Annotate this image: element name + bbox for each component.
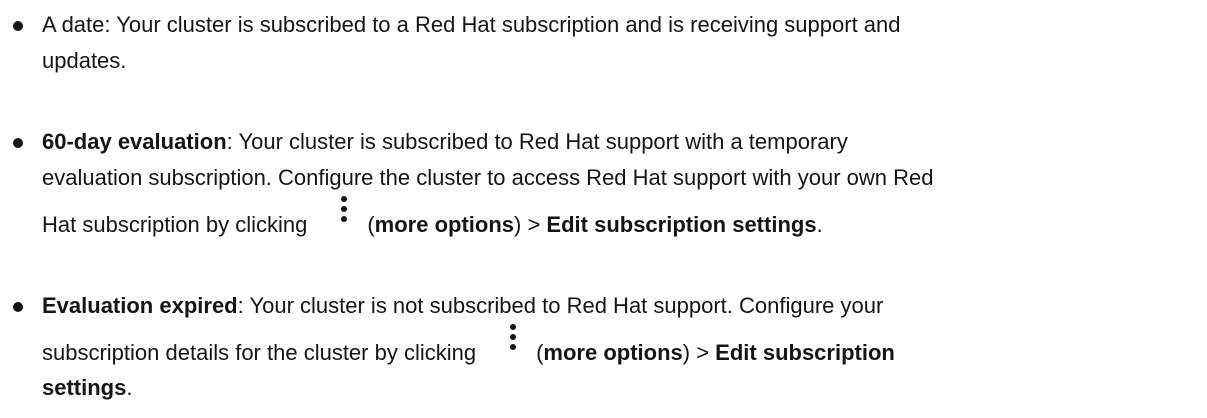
more-options-label: more options: [374, 212, 515, 237]
term-description: : Your cluster is not subscribed to Red …: [237, 293, 884, 318]
bullet: [13, 138, 23, 148]
item-text-line-2: updates.: [42, 48, 127, 73]
kebab-vertical-icon[interactable]: [339, 196, 349, 222]
list-item-date: A date: Your cluster is subscribed to a …: [13, 7, 1182, 79]
term-evaluation-expired: Evaluation expired: [42, 293, 238, 318]
item-text-line-3: Hat subscription by clicking (more option…: [42, 196, 1182, 254]
period: .: [126, 375, 133, 400]
kebab-vertical-icon[interactable]: [508, 324, 518, 350]
period: .: [816, 212, 823, 237]
list-item-60-day-evaluation: 60-day evaluation: Your cluster is subsc…: [13, 124, 1182, 254]
item-text-line-1: Evaluation expired: Your cluster is not …: [42, 288, 1182, 324]
edit-subscription-settings-label: Edit subscription settings: [546, 212, 817, 237]
menu-separator: >: [690, 340, 716, 365]
item-text-line-1: 60-day evaluation: Your cluster is subsc…: [42, 124, 1182, 160]
more-options-label: more options: [543, 340, 683, 365]
bullet: [13, 21, 23, 31]
edit-subscription-label-part-2: settings: [42, 375, 127, 400]
item-text-line-2: evaluation subscription. Configure the c…: [42, 165, 934, 190]
bullet: [13, 302, 23, 312]
item-text-line-1: A date: Your cluster is subscribed to a …: [42, 12, 901, 37]
term-description: : Your cluster is subscribed to Red Hat …: [226, 129, 848, 154]
bulleted-list: A date: Your cluster is subscribed to a …: [0, 0, 1207, 418]
term-60-day-evaluation: 60-day evaluation: [42, 129, 227, 154]
instruction-text: subscription details for the cluster by …: [42, 340, 477, 365]
list-item-evaluation-expired: Evaluation expired: Your cluster is not …: [13, 288, 1182, 406]
instruction-text: Hat subscription by clicking: [42, 212, 308, 237]
edit-subscription-label-part-1: Edit subscription: [715, 340, 895, 365]
menu-separator: >: [521, 212, 547, 237]
